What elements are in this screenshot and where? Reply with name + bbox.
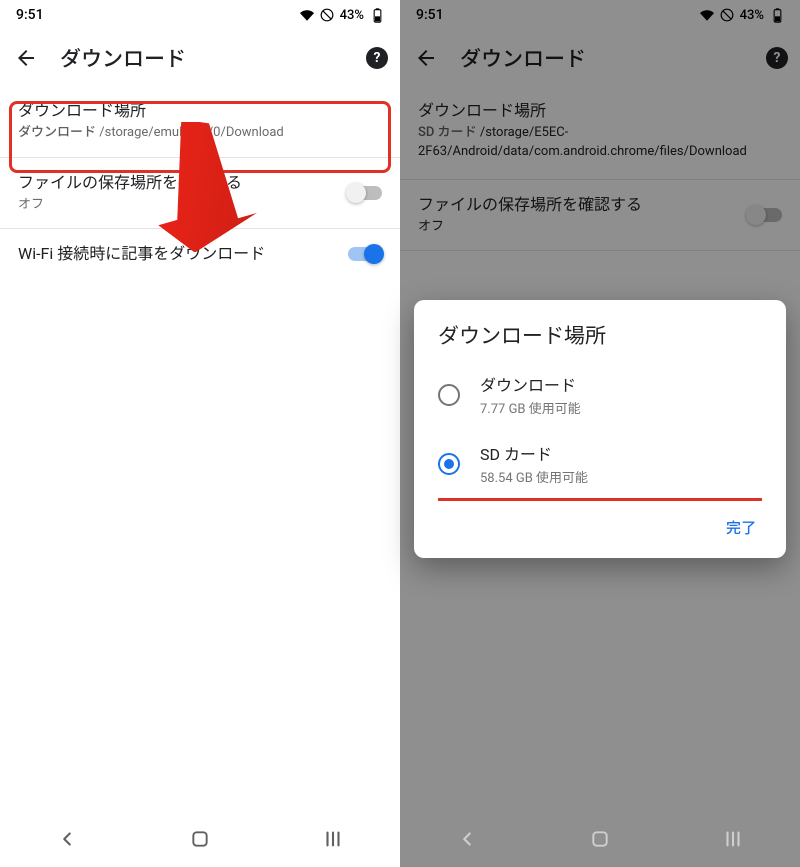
status-bar: 9:51 43% — [0, 0, 400, 30]
nav-recents-button[interactable] — [313, 819, 353, 859]
arrow-left-icon — [414, 46, 438, 70]
status-time: 9:51 — [416, 7, 444, 23]
wifi-download-label: Wi-Fi 接続時に記事をダウンロード — [18, 243, 348, 265]
dialog-done-button[interactable]: 完了 — [716, 511, 766, 544]
nav-back-button[interactable] — [447, 819, 487, 859]
wifi-icon — [700, 8, 714, 22]
phone-left: 9:51 43% ダウンロード ? ダウンロード場所 ダウンロード /stora… — [0, 0, 400, 867]
dialog-option-sdcard[interactable]: SD カード 58.54 GB 使用可能 — [414, 429, 786, 498]
row-confirm-location[interactable]: ファイルの保存場所を確認する オフ — [400, 179, 800, 252]
status-icons: 43% — [700, 8, 784, 23]
row-download-location[interactable]: ダウンロード場所 SD カード /storage/E5EC-2F63/Andro… — [400, 86, 800, 179]
app-bar: ダウンロード ? — [400, 30, 800, 86]
dialog-option-capacity: 58.54 GB 使用可能 — [480, 467, 588, 486]
page-title: ダウンロード — [460, 43, 746, 73]
battery-icon — [770, 8, 784, 22]
wifi-download-toggle[interactable] — [348, 247, 382, 261]
app-bar: ダウンロード ? — [0, 30, 400, 86]
dialog-actions: 完了 — [414, 501, 786, 550]
dialog-option-name: ダウンロード — [480, 372, 581, 396]
help-button[interactable]: ? — [366, 47, 388, 69]
nav-recents-button[interactable] — [713, 819, 753, 859]
confirm-location-label: ファイルの保存場所を確認する — [18, 172, 348, 194]
wifi-icon — [300, 8, 314, 22]
nav-home-button[interactable] — [180, 819, 220, 859]
annotation-highlight — [9, 101, 391, 173]
status-bar: 9:51 43% — [400, 0, 800, 30]
page-title: ダウンロード — [60, 43, 346, 73]
do-not-disturb-icon — [720, 8, 734, 22]
confirm-location-state: オフ — [18, 196, 348, 214]
battery-icon — [370, 8, 384, 22]
nav-back-button[interactable] — [47, 819, 87, 859]
dialog-option-capacity: 7.77 GB 使用可能 — [480, 398, 581, 417]
arrow-left-icon — [14, 46, 38, 70]
system-nav-bar — [0, 811, 400, 867]
status-battery-text: 43% — [740, 8, 764, 23]
download-location-label: ダウンロード場所 — [418, 100, 782, 122]
download-location-dialog: ダウンロード場所 ダウンロード 7.77 GB 使用可能 SD カード 58.5… — [414, 300, 786, 558]
back-button[interactable] — [12, 44, 40, 72]
status-icons: 43% — [300, 8, 384, 23]
system-nav-bar — [400, 811, 800, 867]
phone-right: 9:51 43% ダウンロード ? ダウンロード場所 SD カード /stora… — [400, 0, 800, 867]
radio-selected[interactable] — [438, 453, 460, 475]
confirm-location-toggle[interactable] — [748, 208, 782, 222]
confirm-location-state: オフ — [418, 218, 748, 236]
status-battery-text: 43% — [340, 8, 364, 23]
nav-home-button[interactable] — [580, 819, 620, 859]
dialog-option-name: SD カード — [480, 441, 588, 465]
do-not-disturb-icon — [320, 8, 334, 22]
row-wifi-download[interactable]: Wi-Fi 接続時に記事をダウンロード — [0, 229, 400, 279]
dialog-title: ダウンロード場所 — [414, 320, 786, 360]
radio-unselected[interactable] — [438, 384, 460, 406]
confirm-location-toggle[interactable] — [348, 186, 382, 200]
confirm-location-label: ファイルの保存場所を確認する — [418, 194, 748, 216]
help-button[interactable]: ? — [766, 47, 788, 69]
status-time: 9:51 — [16, 7, 44, 23]
dialog-option-download[interactable]: ダウンロード 7.77 GB 使用可能 — [414, 360, 786, 429]
download-location-value: SD カード /storage/E5EC-2F63/Android/data/c… — [418, 124, 782, 160]
back-button[interactable] — [412, 44, 440, 72]
